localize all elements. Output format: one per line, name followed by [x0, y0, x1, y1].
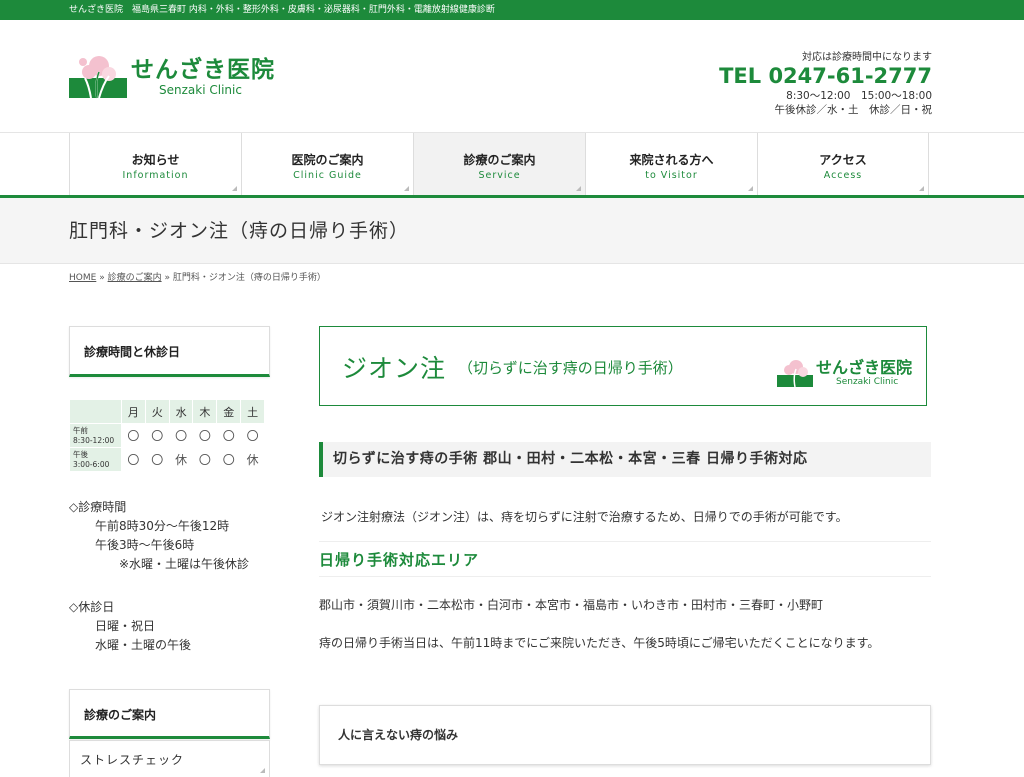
day-header: 水	[168, 399, 194, 424]
page-title: 肛門科・ジオン注（痔の日帰り手術）	[69, 220, 410, 242]
day-header: 木	[192, 399, 218, 424]
hours-cell: 〇	[216, 447, 242, 472]
nav-label-en: Information	[122, 170, 189, 181]
sidebar-item-label: ストレスチェック	[80, 753, 185, 767]
corner-arrow-icon	[404, 186, 409, 191]
hours-pm: 午後3時〜午後6時	[95, 538, 195, 552]
intro-paragraph: ジオン注射療法（ジオン注）は、痔を切らずに注射で治療するため、日帰りでの手術が可…	[321, 510, 848, 524]
hours-note: ※水曜・土曜は午後休診	[119, 557, 250, 571]
banner-logo-en: Senzaki Clinic	[835, 377, 899, 387]
breadcrumb-separator: »	[164, 273, 170, 283]
banner-title: ジオン注	[342, 354, 447, 383]
banner-logo-flower-icon	[776, 360, 813, 388]
hours-cell: 〇	[192, 423, 218, 448]
nav-item-visitor[interactable]: 来院される方へ to Visitor	[585, 133, 757, 195]
hours-heading: ◇診療時間	[69, 500, 127, 514]
area-list: 郡山市・須賀川市・二本松市・白河市・本宮市・福島市・いわき市・田村市・三春町・小…	[319, 598, 824, 612]
nav-label-en: to Visitor	[645, 170, 698, 181]
hours-cell: 〇	[216, 423, 242, 448]
hours-cell: 〇	[192, 447, 218, 472]
hours-info: ◇診療時間 午前8時30分〜午後12時 午後3時〜午後6時 ※水曜・土曜は午後休…	[69, 498, 270, 574]
nav-label-ja: 診療のご案内	[463, 153, 536, 167]
contact-note: 対応は診療時間中になります	[802, 52, 932, 63]
hours-cell: 〇	[144, 447, 170, 472]
divider	[319, 576, 931, 577]
hours-cell: 〇	[121, 447, 146, 472]
hours-cell: 休	[240, 447, 265, 472]
closed-days: 午後休診／水・土 休診／日・祝	[774, 104, 933, 116]
banner-logo-ja: せんざき医院	[815, 358, 912, 377]
section-heading: 切らずに治す痔の手術 郡山・田村・二本松・本宮・三春 日帰り手術対応	[319, 442, 931, 477]
nav-label-ja: 医院のご案内	[291, 153, 364, 167]
nav-label-ja: お知らせ	[131, 153, 180, 167]
breadcrumb: HOME » 診療のご案内 » 肛門科・ジオン注（痔の日帰り手術）	[0, 264, 1024, 326]
hours-cell: 休	[168, 447, 194, 472]
table-row: 午前 8:30-12:00 〇 〇 〇 〇 〇 〇	[69, 423, 265, 448]
breadcrumb-current: 肛門科・ジオン注（痔の日帰り手術）	[172, 273, 326, 283]
contact-info: 対応は診療時間中になります TEL 0247-61-2777 8:30〜12:0…	[719, 48, 932, 117]
corner-arrow-icon	[748, 186, 753, 191]
hours-cell: 〇	[144, 423, 170, 448]
nav-label-en: Access	[823, 170, 863, 181]
sidebar-service-heading: 診療のご案内	[69, 689, 270, 739]
site-header: せんざき医院 Senzaki Clinic 対応は診療時間中になります TEL …	[0, 20, 1024, 132]
breadcrumb-separator: »	[99, 273, 105, 283]
banner-subtitle: （切らずに治す痔の日帰り手術）	[458, 359, 683, 377]
zion-banner: ジオン注 （切らずに治す痔の日帰り手術） せんざき医院 Senzaki Clin…	[319, 326, 927, 406]
nav-item-service[interactable]: 診療のご案内 Service	[413, 133, 585, 195]
closed-line-1: 日曜・祝日	[95, 619, 156, 633]
sidebar: 診療時間と休診日 月 火 水 木 金 土 午前 8:30-12:00 〇 〇 〇…	[69, 326, 270, 777]
worries-box: 人に言えない痔の悩み	[319, 705, 931, 765]
am-label: 午前 8:30-12:00	[69, 423, 122, 448]
top-info-bar: せんざき医院 福島県三春町 内科・外科・整形外科・皮膚科・泌尿器科・肛門外科・電…	[0, 0, 1024, 20]
logo-name-en: Senzaki Clinic	[159, 83, 242, 97]
sidebar-hours-heading: 診療時間と休診日	[69, 326, 270, 377]
sidebar-service-title: 診療のご案内	[84, 708, 157, 722]
day-header: 土	[240, 399, 265, 424]
nav-label-ja: 来院される方へ	[629, 153, 714, 167]
nav-item-information[interactable]: お知らせ Information	[69, 133, 241, 195]
corner-arrow-icon	[232, 186, 237, 191]
breadcrumb-home-link[interactable]: HOME	[69, 273, 96, 283]
closed-heading: ◇休診日	[69, 600, 115, 614]
nav-label-ja: アクセス	[819, 153, 867, 167]
sidebar-hours-title: 診療時間と休診日	[84, 345, 181, 359]
office-hours: 8:30〜12:00 15:00〜18:00	[786, 90, 932, 102]
breadcrumb-service-link[interactable]: 診療のご案内	[108, 273, 162, 283]
hours-cell: 〇	[121, 423, 146, 448]
nav-label-en: Service	[478, 170, 521, 181]
page-title-bar: 肛門科・ジオン注（痔の日帰り手術）	[0, 198, 1024, 264]
hours-table-corner	[69, 399, 122, 424]
table-row: 午後 3:00-6:00 〇 〇 休 〇 〇 休	[69, 447, 265, 472]
global-nav: お知らせ Information 医院のご案内 Clinic Guide 診療の…	[0, 132, 1024, 198]
hours-table: 月 火 水 木 金 土 午前 8:30-12:00 〇 〇 〇 〇 〇 〇 午後…	[69, 399, 265, 472]
hours-am: 午前8時30分〜午後12時	[95, 519, 230, 533]
phone-number[interactable]: TEL 0247-61-2777	[719, 63, 932, 89]
worries-box-title: 人に言えない痔の悩み	[338, 728, 459, 742]
day-header: 金	[216, 399, 242, 424]
banner-logo: せんざき医院 Senzaki Clinic	[776, 357, 912, 389]
clinic-logo[interactable]: せんざき医院 Senzaki Clinic	[69, 52, 275, 102]
nav-label-en: Clinic Guide	[293, 170, 362, 181]
closed-info: ◇休診日 日曜・祝日 水曜・土曜の午後	[69, 598, 270, 655]
main-content: ジオン注 （切らずに治す痔の日帰り手術） せんざき医院 Senzaki Clin…	[319, 326, 931, 765]
nav-item-clinic-guide[interactable]: 医院のご案内 Clinic Guide	[241, 133, 413, 195]
day-header: 月	[121, 399, 146, 424]
hours-cell: 〇	[240, 423, 265, 448]
closed-line-2: 水曜・土曜の午後	[95, 638, 192, 652]
hours-cell: 〇	[168, 423, 194, 448]
area-heading: 日帰り手術対応エリア	[319, 551, 480, 569]
divider	[319, 541, 931, 542]
logo-flower-icon	[69, 52, 127, 102]
corner-arrow-icon	[260, 768, 265, 773]
corner-arrow-icon	[576, 186, 581, 191]
corner-arrow-icon	[919, 186, 924, 191]
logo-name-ja: せんざき医院	[131, 57, 275, 83]
day-header: 火	[144, 399, 170, 424]
nav-item-access[interactable]: アクセス Access	[757, 133, 929, 195]
pm-label: 午後 3:00-6:00	[69, 447, 122, 472]
top-info-text: せんざき医院 福島県三春町 内科・外科・整形外科・皮膚科・泌尿器科・肛門外科・電…	[69, 5, 495, 15]
surgery-day-note: 痔の日帰り手術当日は、午前11時までにご来院いただき、午後5時頃にご帰宅いただく…	[319, 636, 880, 650]
sidebar-item-stress-check[interactable]: ストレスチェック	[69, 740, 270, 777]
